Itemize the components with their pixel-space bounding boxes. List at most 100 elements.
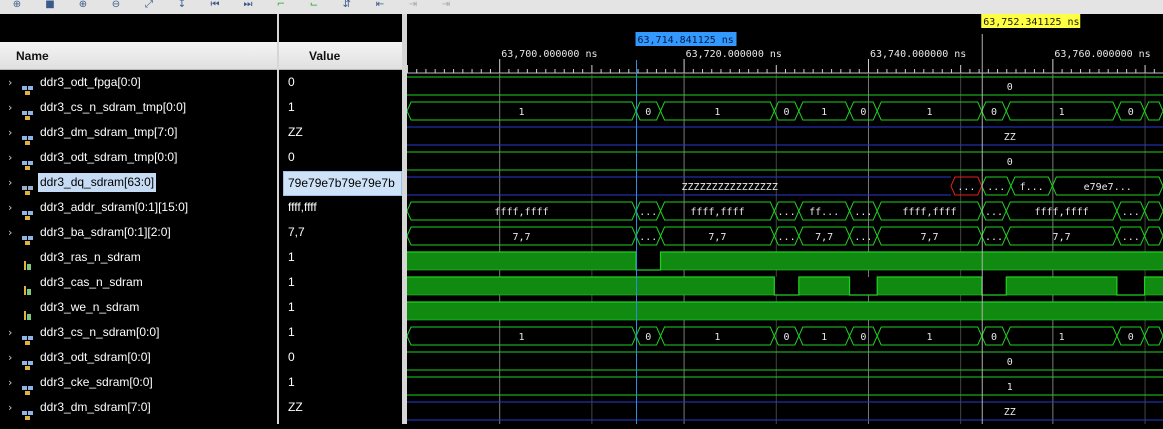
wave-value-label: ZZ	[1004, 132, 1016, 143]
chevron-right-icon[interactable]: ›	[8, 170, 12, 195]
snap-icon[interactable]: ⇥	[406, 0, 420, 11]
wave-value-label: 1	[1007, 382, 1013, 393]
chevron-right-icon[interactable]: ›	[8, 395, 12, 420]
signal-name: ddr3_addr_sdram[0:1][15:0]	[40, 200, 189, 214]
signal-row[interactable]: › ddr3_dm_sdram_tmp[7:0]	[0, 120, 277, 145]
signal-name: ddr3_ba_sdram[0:1][2:0]	[40, 225, 171, 239]
save-icon[interactable]: ■	[43, 0, 57, 11]
bus-value-label: ...	[854, 207, 872, 218]
signal-name: ddr3_odt_fpga[0:0]	[40, 75, 141, 89]
wave-value-label: ZZ	[1004, 407, 1016, 418]
bus-value-label: 0	[991, 107, 997, 118]
chevron-right-icon[interactable]: ›	[8, 145, 12, 170]
signal-row[interactable]: › ddr3_cke_sdram[0:0]	[0, 370, 277, 395]
signal-row[interactable]: › ddr3_odt_fpga[0:0]	[0, 70, 277, 95]
bus-value-label: 0	[1128, 332, 1134, 343]
waveform-canvas[interactable]: 63,700.000000 ns 63,720.000000 ns 63,740.0…	[407, 14, 1163, 424]
bus-value-label: 1	[714, 332, 720, 343]
expand-icon[interactable]: ⤢	[142, 0, 156, 11]
next-marker-icon[interactable]: ⌙	[307, 0, 321, 11]
zoom-fit-icon[interactable]: ⊕	[10, 0, 24, 11]
bus-value-label: ...	[957, 182, 975, 193]
bus-value-label: ...	[985, 232, 1003, 243]
bus-value-label: 1	[518, 107, 524, 118]
signal-row[interactable]: › ddr3_dq_sdram[63:0]	[0, 170, 277, 195]
signal-name: ddr3_cas_n_sdram	[40, 275, 143, 289]
signal-row[interactable]: ddr3_we_n_sdram	[0, 295, 277, 320]
bus-value-label: ffff,ffff	[690, 207, 744, 218]
signal-value: 0	[288, 150, 295, 164]
bus-signal-icon	[22, 379, 34, 395]
bus-value-label: 7,7	[512, 232, 530, 243]
chevron-right-icon[interactable]: ›	[8, 95, 12, 120]
chevron-right-icon[interactable]: ›	[8, 120, 12, 145]
prev-transition-icon[interactable]: ⇤	[373, 0, 387, 11]
bus-value-label: 0	[784, 107, 790, 118]
main-cursor-label: 63,752.341125 ns	[983, 17, 1079, 28]
bus-segment	[1144, 226, 1163, 246]
value-column-header[interactable]: Value	[279, 42, 402, 70]
chevron-right-icon[interactable]: ›	[8, 220, 12, 245]
chevron-right-icon[interactable]: ›	[8, 195, 12, 220]
signal-name: ddr3_dm_sdram[7:0]	[40, 400, 151, 414]
chevron-right-icon[interactable]: ›	[8, 70, 12, 95]
signal-row[interactable]: › ddr3_dm_sdram[7:0]	[0, 395, 277, 420]
bus-signal-icon	[22, 104, 34, 120]
bus-value-label: f...	[1020, 182, 1044, 193]
bit-high-fill	[407, 252, 1163, 270]
bus-value-label: 1	[714, 107, 720, 118]
chevron-right-icon[interactable]: ›	[8, 320, 12, 345]
signal-row[interactable]: › ddr3_odt_sdram[0:0]	[0, 345, 277, 370]
bus-value-label: 0	[645, 332, 651, 343]
bit-signal-icon	[22, 304, 34, 320]
signal-value: 1	[288, 250, 295, 264]
bus-signal-icon	[22, 79, 34, 95]
add-marker-icon[interactable]: ⌐	[274, 0, 288, 11]
signal-row[interactable]: › ddr3_cs_n_sdram[0:0]	[0, 320, 277, 345]
bus-signal-icon	[22, 329, 34, 345]
chevron-right-icon[interactable]: ›	[8, 370, 12, 395]
bus-segment	[1144, 201, 1163, 221]
ruler-tick-label: 63,720.000000 ns	[686, 49, 782, 60]
signal-value: 1	[288, 300, 295, 314]
signal-value: 1	[288, 275, 295, 289]
ruler-tick-label: 63,700.000000 ns	[501, 49, 597, 60]
bus-value-label: ffff,ffff	[1034, 207, 1088, 218]
bus-value-label: 1	[926, 107, 932, 118]
signal-row[interactable]: › ddr3_odt_sdram_tmp[0:0]	[0, 145, 277, 170]
snap-disabled-icon[interactable]: ⇥	[439, 0, 453, 11]
previous-edge-icon[interactable]: ⏮	[208, 0, 222, 11]
signal-value: ZZ	[288, 125, 303, 139]
zoom-in-icon[interactable]: ⊕	[76, 0, 90, 11]
signal-names-pane: Name › ddr3_odt_fpga[0:0] › ddr3_cs_n_sdram…	[0, 14, 277, 424]
wave-value-label: 0	[1007, 157, 1013, 168]
go-to-cursor-icon[interactable]: ↧	[175, 0, 189, 11]
bus-signal-icon	[22, 354, 34, 370]
signal-row[interactable]: › ddr3_ba_sdram[0:1][2:0]	[0, 220, 277, 245]
signal-value: ffff,ffff	[288, 200, 317, 214]
signal-row[interactable]: ddr3_cas_n_sdram	[0, 270, 277, 295]
bus-signal-icon	[22, 204, 34, 220]
signal-name: ddr3_dq_sdram[63:0]	[38, 173, 157, 192]
signal-value: 1	[288, 325, 295, 339]
bus-value-label: 7,7	[815, 232, 833, 243]
name-column-header[interactable]: Name	[0, 42, 277, 70]
chevron-right-icon[interactable]: ›	[8, 345, 12, 370]
signal-name: ddr3_dm_sdram_tmp[7:0]	[40, 125, 178, 139]
bus-value-label: 0	[860, 332, 866, 343]
waveform-pane[interactable]: 63,700.000000 ns 63,720.000000 ns 63,740.0…	[407, 14, 1163, 424]
bus-value-label: ...	[854, 232, 872, 243]
signal-value: 0	[288, 350, 295, 364]
signal-row[interactable]: › ddr3_addr_sdram[0:1][15:0]	[0, 195, 277, 220]
ruler-tick-label: 63,740.000000 ns	[870, 49, 966, 60]
signal-name: ddr3_cs_n_sdram_tmp[0:0]	[40, 100, 187, 114]
bus-value-label: 1	[1059, 107, 1065, 118]
bus-value-label: ffff,ffff	[902, 207, 956, 218]
signal-row[interactable]: ddr3_ras_n_sdram	[0, 245, 277, 270]
bus-value-label: ff...	[809, 207, 839, 218]
swap-cursor-icon[interactable]: ⇵	[340, 0, 354, 11]
bus-value-label: 7,7	[920, 232, 938, 243]
zoom-out-icon[interactable]: ⊖	[109, 0, 123, 11]
next-edge-icon[interactable]: ⏭	[241, 0, 255, 11]
signal-row[interactable]: › ddr3_cs_n_sdram_tmp[0:0]	[0, 95, 277, 120]
